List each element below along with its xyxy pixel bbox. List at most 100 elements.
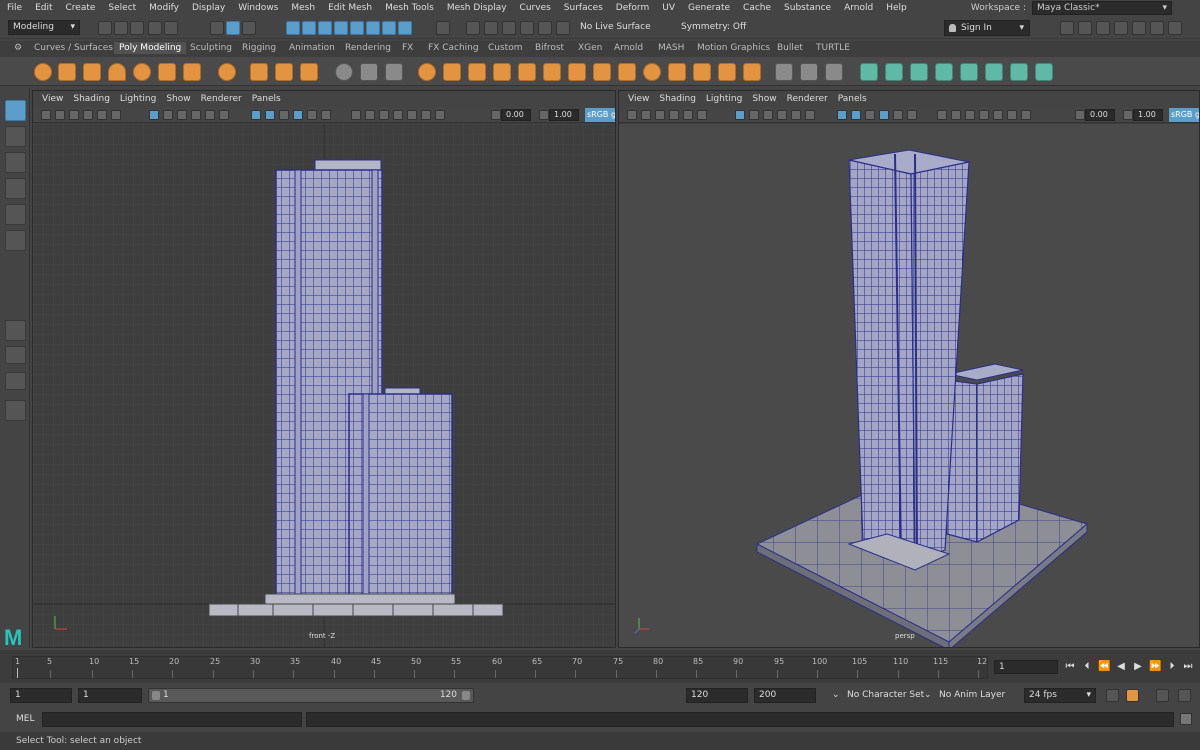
snap-grid-icon[interactable] bbox=[286, 21, 300, 35]
animation-preferences-icon[interactable] bbox=[1178, 689, 1191, 702]
range-end-handle[interactable] bbox=[462, 691, 470, 700]
camera-attributes-icon[interactable] bbox=[641, 110, 651, 120]
attribute-editor-icon[interactable] bbox=[1078, 21, 1092, 35]
playhead[interactable] bbox=[17, 668, 18, 678]
snap-point-icon[interactable] bbox=[318, 21, 332, 35]
step-back-icon[interactable]: ⏴ bbox=[1081, 661, 1093, 673]
extrude-icon[interactable] bbox=[643, 63, 661, 81]
exposure-icon[interactable] bbox=[1075, 110, 1085, 120]
film-gate-icon[interactable] bbox=[749, 110, 759, 120]
wireframe-on-shaded-icon[interactable] bbox=[293, 110, 303, 120]
gamma-field[interactable]: 1.00 bbox=[1133, 109, 1163, 121]
ipr-render-icon[interactable] bbox=[484, 21, 498, 35]
current-frame-field[interactable]: 1 bbox=[994, 660, 1058, 674]
new-scene-icon[interactable] bbox=[98, 21, 112, 35]
prev-key-icon[interactable]: ⏪ bbox=[1098, 661, 1110, 673]
panel-menu-show[interactable]: Show bbox=[747, 94, 781, 104]
panel-menu-panels[interactable]: Panels bbox=[833, 94, 872, 104]
snap-surface-icon[interactable] bbox=[350, 21, 364, 35]
resolution-gate-icon[interactable] bbox=[763, 110, 773, 120]
lasso-tool-icon[interactable] bbox=[5, 126, 26, 147]
shelf-tab-motion-graphics[interactable]: Motion Graphics bbox=[697, 43, 770, 53]
image-plane-icon[interactable] bbox=[83, 110, 93, 120]
bridge-icon[interactable] bbox=[668, 63, 686, 81]
mirror-icon[interactable] bbox=[443, 63, 461, 81]
layer-editor-icon[interactable] bbox=[1132, 21, 1146, 35]
scene-start-field[interactable]: 1 bbox=[10, 688, 72, 703]
two-panel-layout-icon[interactable] bbox=[5, 372, 26, 390]
live-surface-label[interactable]: No Live Surface bbox=[580, 22, 651, 32]
triangulate-icon[interactable] bbox=[593, 63, 611, 81]
mel-label[interactable]: MEL bbox=[16, 714, 34, 724]
outliner-icon[interactable] bbox=[1150, 21, 1164, 35]
four-view-layout-icon[interactable] bbox=[5, 346, 26, 364]
menu-modify[interactable]: Modify bbox=[142, 3, 185, 13]
shelf-tab-arnold[interactable]: Arnold bbox=[614, 43, 643, 53]
wireframe-icon[interactable] bbox=[251, 110, 261, 120]
playback-start-field[interactable]: 1 bbox=[78, 688, 142, 703]
textured-icon[interactable] bbox=[279, 110, 289, 120]
anti-aliasing-icon[interactable] bbox=[407, 110, 417, 120]
light-editor-icon[interactable] bbox=[556, 21, 570, 35]
audio-icon[interactable] bbox=[1156, 689, 1169, 702]
isolate-select-icon[interactable] bbox=[435, 110, 445, 120]
motion-blur-icon[interactable] bbox=[979, 110, 989, 120]
shelf-tab-bullet[interactable]: Bullet bbox=[777, 43, 803, 53]
shadows-icon[interactable] bbox=[365, 110, 375, 120]
viewport-persp[interactable]: View Shading Lighting Show Renderer Pane… bbox=[618, 90, 1200, 652]
select-object-icon[interactable] bbox=[226, 21, 240, 35]
menuset-dropdown[interactable]: Modeling ▾ bbox=[8, 20, 80, 35]
menu-display[interactable]: Display bbox=[185, 3, 231, 13]
select-tool-icon[interactable] bbox=[5, 100, 26, 121]
camera-select-icon[interactable] bbox=[627, 110, 637, 120]
panel-menu-view[interactable]: View bbox=[37, 94, 68, 104]
field-chart-icon[interactable] bbox=[205, 110, 215, 120]
automatic-map-icon[interactable] bbox=[960, 63, 978, 81]
modeling-toolkit-icon[interactable] bbox=[1060, 21, 1074, 35]
cut-uv-icon[interactable] bbox=[1035, 63, 1053, 81]
color-space-dropdown[interactable]: sRGB g bbox=[1169, 108, 1199, 122]
menu-deform[interactable]: Deform bbox=[609, 3, 655, 13]
panel-menu-shading[interactable]: Shading bbox=[654, 94, 701, 104]
append-polygon-icon[interactable] bbox=[718, 63, 736, 81]
redo-icon[interactable] bbox=[164, 21, 178, 35]
textured-icon[interactable] bbox=[865, 110, 875, 120]
super-shape-icon[interactable] bbox=[250, 63, 268, 81]
gamma-icon[interactable] bbox=[539, 110, 549, 120]
xray-icon[interactable] bbox=[307, 110, 317, 120]
menu-edit[interactable]: Edit bbox=[28, 3, 58, 13]
xray-joints-icon[interactable] bbox=[907, 110, 917, 120]
bookmark-icon[interactable] bbox=[69, 110, 79, 120]
render-icon[interactable] bbox=[466, 21, 480, 35]
two-d-pan-icon[interactable] bbox=[97, 110, 107, 120]
shelf-tab-rigging[interactable]: Rigging bbox=[242, 43, 276, 53]
loop-icon[interactable] bbox=[1106, 689, 1119, 702]
gate-mask-icon[interactable] bbox=[191, 110, 201, 120]
snap-help-icon[interactable] bbox=[398, 21, 412, 35]
undo-icon[interactable] bbox=[148, 21, 162, 35]
shelf-tab-fx-caching[interactable]: FX Caching bbox=[428, 43, 479, 53]
xray-joints-icon[interactable] bbox=[321, 110, 331, 120]
grease-pencil-icon[interactable] bbox=[111, 110, 121, 120]
viewport-front[interactable]: View Shading Lighting Show Renderer Pane… bbox=[32, 90, 616, 648]
ambient-occlusion-icon[interactable] bbox=[379, 110, 389, 120]
hypershade-icon[interactable] bbox=[520, 21, 534, 35]
reduce-icon[interactable] bbox=[568, 63, 586, 81]
play-forwards-icon[interactable]: ▶ bbox=[1132, 661, 1144, 673]
quadrangulate-icon[interactable] bbox=[618, 63, 636, 81]
exposure-field[interactable]: 0.00 bbox=[501, 109, 531, 121]
separate-icon[interactable] bbox=[360, 63, 378, 81]
range-start-handle[interactable] bbox=[152, 691, 160, 700]
rotate-tool-icon[interactable] bbox=[5, 204, 26, 225]
scene-end-field[interactable]: 200 bbox=[754, 688, 816, 703]
menu-mesh-display[interactable]: Mesh Display bbox=[440, 3, 513, 13]
poly-cone-icon[interactable] bbox=[108, 63, 126, 81]
depth-of-field-icon[interactable] bbox=[421, 110, 431, 120]
anim-layer-label[interactable]: No Anim Layer bbox=[939, 690, 1005, 700]
menu-select[interactable]: Select bbox=[101, 3, 142, 13]
smooth-shade-icon[interactable] bbox=[851, 110, 861, 120]
select-hierarchy-icon[interactable] bbox=[210, 21, 224, 35]
snap-plane-icon[interactable] bbox=[334, 21, 348, 35]
menu-cache[interactable]: Cache bbox=[736, 3, 777, 13]
use-all-lights-icon[interactable] bbox=[937, 110, 947, 120]
